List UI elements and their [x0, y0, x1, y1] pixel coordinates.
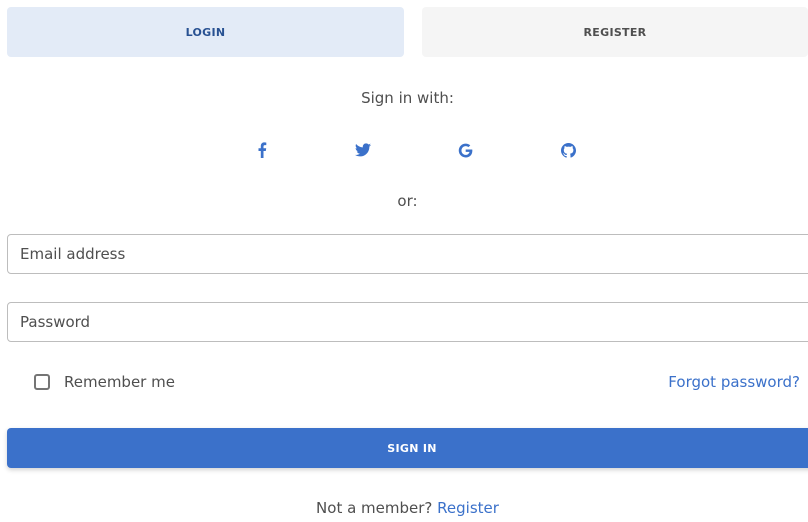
remember-me-label: Remember me: [64, 373, 175, 391]
tab-register[interactable]: REGISTER: [422, 7, 808, 57]
register-link[interactable]: Register: [437, 499, 499, 517]
google-icon: [458, 143, 472, 157]
facebook-button[interactable]: [250, 138, 274, 162]
password-field[interactable]: [8, 303, 808, 341]
sign-in-with-heading: Sign in with:: [361, 89, 454, 107]
email-field[interactable]: [8, 235, 808, 273]
github-icon: [560, 142, 576, 158]
sign-in-button[interactable]: SIGN IN: [7, 428, 808, 468]
google-button[interactable]: [453, 138, 477, 162]
password-field-wrapper: [7, 302, 808, 342]
remember-me-checkbox[interactable]: [34, 374, 50, 390]
footer-register-prompt: Not a member? Register: [7, 499, 808, 517]
not-a-member-text: Not a member?: [316, 499, 433, 517]
or-separator: or:: [397, 192, 418, 210]
github-button[interactable]: [556, 138, 580, 162]
twitter-icon: [355, 143, 371, 157]
remember-me-control[interactable]: Remember me: [34, 373, 175, 391]
tab-login[interactable]: LOGIN: [7, 7, 404, 57]
facebook-icon: [258, 142, 267, 158]
auth-tabs: LOGIN REGISTER: [7, 7, 808, 57]
forgot-password-link[interactable]: Forgot password?: [668, 373, 800, 391]
email-field-wrapper: [7, 234, 808, 274]
twitter-button[interactable]: [351, 138, 375, 162]
